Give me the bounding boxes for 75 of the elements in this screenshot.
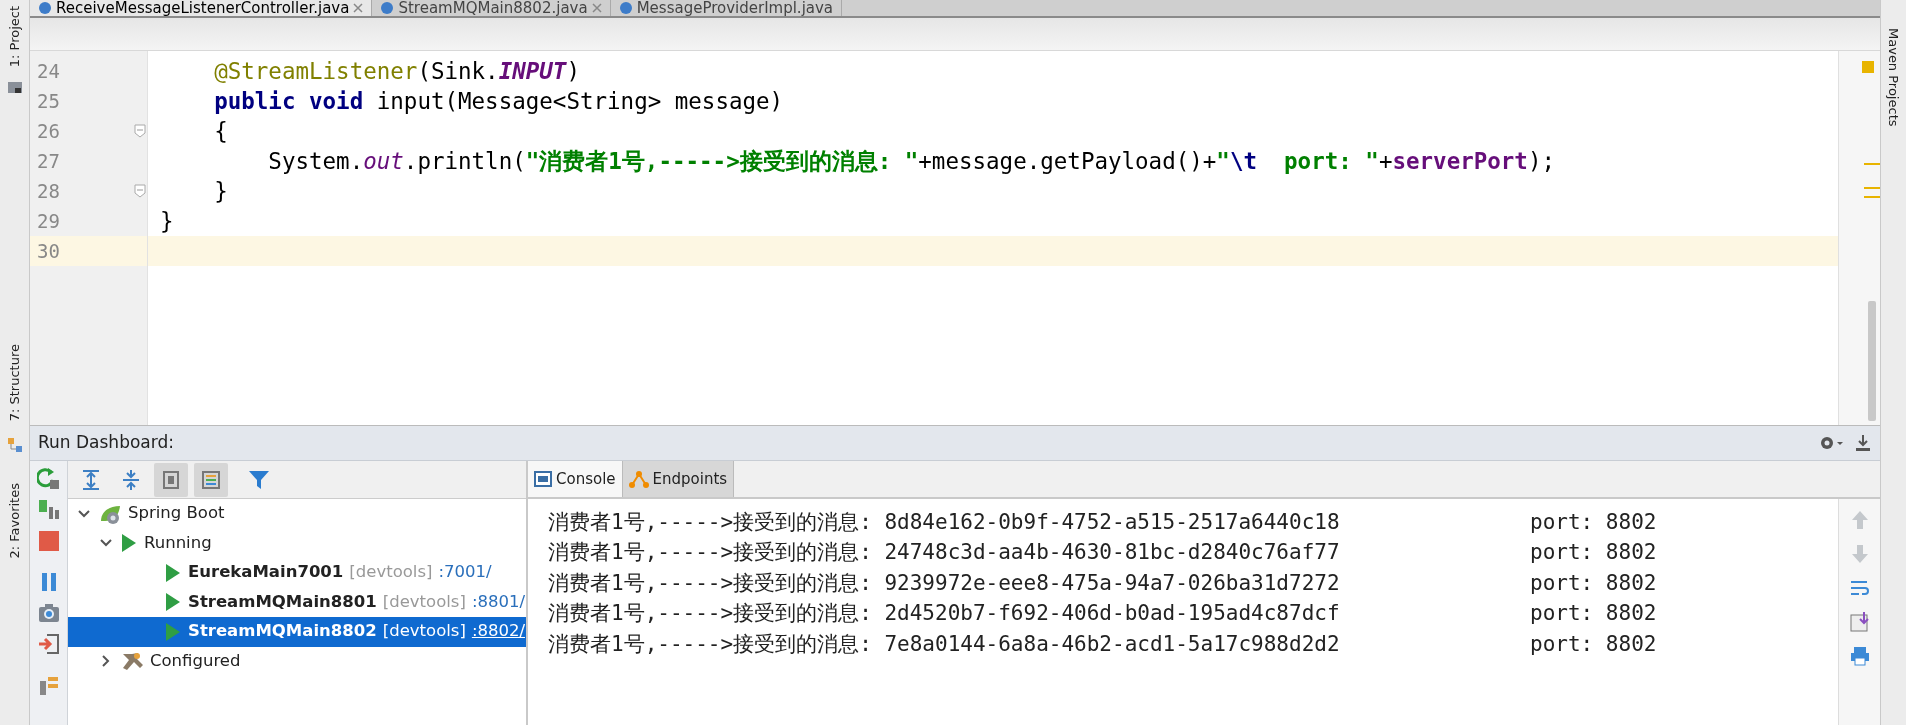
app-tag: [devtools]: [382, 619, 466, 645]
error-stripe-mark: [1864, 196, 1880, 198]
error-stripe-mark: [1864, 163, 1880, 165]
editor-tab[interactable]: MessageProviderImpl.java: [610, 0, 843, 16]
app-name: EurekaMain7001: [188, 561, 344, 584]
stop-icon[interactable]: [36, 529, 61, 553]
warning-marker: [1862, 61, 1874, 73]
app-tag: [devtools]: [349, 560, 433, 586]
rerun-icon[interactable]: [36, 467, 61, 491]
code-line: {: [213, 117, 229, 146]
panel-title: Run Dashboard:: [38, 431, 174, 455]
tree-label: Configured: [150, 649, 241, 672]
code-line: System.out.println("消费者1号,----->接受到的消息: "+message.getPayload()+"\t port: "+serverPort);: [267, 147, 1556, 176]
line-number: 29: [36, 208, 61, 234]
line-number: 30: [36, 238, 61, 264]
scrollbar-thumb[interactable]: [1868, 301, 1876, 421]
line-number: 27: [36, 148, 61, 174]
app-tag: [devtools]: [382, 589, 466, 615]
print-icon[interactable]: [1848, 645, 1871, 667]
code-line: public void input(Message<String> message): [213, 87, 785, 116]
code-line: }: [213, 177, 229, 206]
console-text: port: 8802: [1530, 539, 1657, 567]
console-text: 消费者1号,----->接受到的消息: 8d84e162-0b9f-4752-a515-2517a6440c18: [548, 509, 1341, 536]
nodes-icon: [628, 470, 649, 488]
tool-window-label[interactable]: 2: Favorites: [4, 482, 25, 559]
tree-item[interactable]: EurekaMain7001 [devtools] :7001/: [68, 558, 526, 588]
play-icon: [164, 592, 182, 613]
app-name: StreamMQMain8802: [188, 620, 377, 643]
camera-icon[interactable]: [36, 601, 61, 625]
console-text: 消费者1号,----->接受到的消息: 2d4520b7-f692-406d-b0ad-195ad4c87dcf: [548, 600, 1341, 628]
console-text: port: 8802: [1530, 630, 1657, 658]
port-link[interactable]: :8802/: [471, 619, 525, 645]
tree-item[interactable]: Spring Boot: [68, 499, 526, 529]
console-text: 消费者1号,----->接受到的消息: 24748c3d-aa4b-4630-81bc-d2840c76af77: [548, 539, 1341, 567]
settings-icon[interactable]: [1818, 434, 1844, 452]
code-line: }: [159, 207, 175, 236]
port-link[interactable]: :7001/: [438, 560, 492, 586]
tree-label: Running: [144, 531, 212, 554]
line-number: 24: [36, 58, 61, 84]
line-number: 25: [36, 88, 61, 114]
fold-icon[interactable]: [134, 184, 146, 198]
console-tab[interactable]: Endpoints: [622, 461, 735, 497]
close-icon[interactable]: [353, 3, 364, 13]
editor-tab[interactable]: StreamMQMain8802.java: [372, 0, 611, 16]
tree-item[interactable]: StreamMQMain8801 [devtools] :8801/: [68, 587, 526, 617]
console-text: 消费者1号,----->接受到的消息: 7e8a0144-6a8a-46b2-acd1-5a17c988d2d2: [548, 630, 1341, 658]
play-icon: [164, 621, 182, 642]
console-text: port: 8802: [1530, 600, 1657, 628]
error-stripe-mark: [1864, 187, 1880, 189]
hide-panel-icon[interactable]: [1854, 434, 1872, 452]
structure-icon[interactable]: [6, 436, 23, 453]
console-tab[interactable]: Console: [528, 461, 623, 497]
play-icon: [164, 562, 182, 583]
console-text: port: 8802: [1530, 569, 1657, 597]
console-text: port: 8802: [1530, 509, 1657, 536]
app-name: StreamMQMain8801: [188, 590, 377, 613]
fold-icon[interactable]: [134, 124, 146, 138]
line-number: 26: [36, 118, 61, 144]
editor-tab[interactable]: ReceiveMessageListenerController.java: [30, 0, 373, 16]
exit-icon[interactable]: [36, 632, 61, 656]
tool-window-label[interactable]: 1: Project: [4, 6, 25, 68]
tree-item[interactable]: StreamMQMain8802 [devtools] :8802/: [68, 617, 526, 647]
console-icon: [534, 471, 552, 487]
port-link[interactable]: :8801/: [471, 589, 525, 615]
play-icon: [120, 533, 138, 554]
tree-label: Spring Boot: [128, 502, 225, 525]
tool-window-label[interactable]: Maven Projects: [1883, 28, 1904, 127]
console-text: 消费者1号,----->接受到的消息: 9239972e-eee8-475a-94a7-026ba31d7272: [548, 569, 1341, 597]
code-line: @StreamListener(Sink.INPUT): [213, 57, 581, 86]
tree-item[interactable]: Configured: [68, 646, 526, 676]
scroll-to-end-icon[interactable]: [1848, 611, 1871, 633]
close-icon[interactable]: [591, 3, 602, 13]
tool-window-label[interactable]: 7: Structure: [4, 344, 25, 422]
line-number: 28: [36, 178, 61, 204]
tree-item[interactable]: Running: [68, 528, 526, 558]
